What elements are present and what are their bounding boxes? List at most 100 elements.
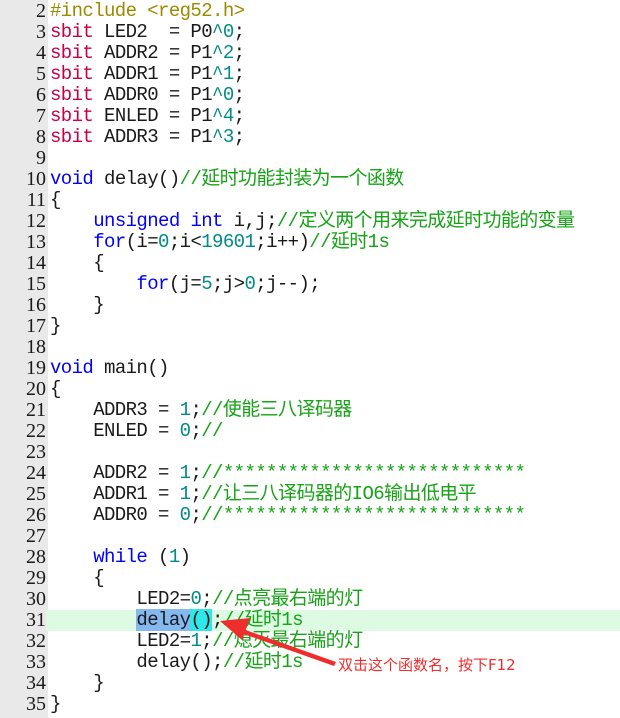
code-line[interactable]: 23 [0,442,620,463]
code-line[interactable]: 32 LED2=1;//熄灭最右端的灯 [0,631,620,652]
code-line[interactable]: 29 { [0,568,620,589]
code-text[interactable]: ADDR0 = 0;//**************************** [50,505,526,526]
code-number: 0 [158,231,169,253]
code-line[interactable]: 15 for(j=5;j>0;j--); [0,274,620,295]
code-line[interactable]: 13 for(i=0;i<19601;i++)//延时1s [0,232,620,253]
code-type: sbit [50,63,94,85]
code-type: sbit [50,126,94,148]
code-line[interactable]: 4 sbit ADDR2 = P1^2; [0,43,620,64]
code-number: ^1 [212,63,234,85]
code-text[interactable]: sbit ADDR2 = P1^2; [50,43,245,64]
code-comment: //熄灭最右端的灯 [212,630,363,652]
code-line[interactable]: 8 sbit ADDR3 = P1^3; [0,127,620,148]
code-line[interactable]: 22 ENLED = 0;// [0,421,620,442]
code-text[interactable]: sbit ADDR1 = P1^1; [50,63,245,85]
code-line[interactable]: 11{ [0,190,620,211]
code-token: i,j; [222,210,278,232]
selected-function-name[interactable]: delay [136,609,191,631]
code-token: ; [233,21,245,43]
code-text[interactable]: } [50,316,61,337]
code-text[interactable]: sbit ADDR3 = P1^3; [50,126,245,148]
code-keyword: int [190,210,223,232]
code-line[interactable]: 26 ADDR0 = 0;//*************************… [0,505,620,526]
code-number: ^3 [212,126,234,148]
code-line[interactable]: 33 delay();//延时1s [0,652,620,673]
code-comment: //延时1s [222,651,304,673]
code-text[interactable]: for(i=0;i<19601;i++)//延时1s [50,231,390,253]
code-line[interactable]: 27 [0,526,620,547]
code-text[interactable]: ADDR3 = 1;//使能三八译码器 [50,400,352,421]
code-comment: //使能三八译码器 [201,399,352,421]
code-editor[interactable]: 2 #include <reg52.h> 3 sbit LED2 = P0^0; 4 sb… [0,0,620,718]
code-line[interactable]: 31 delay();//延时1s [0,609,620,631]
code-line[interactable]: 25 ADDR1 = 1;//让三八译码器的IO6输出低电平 [0,484,620,505]
code-text[interactable]: { [50,253,104,274]
code-line[interactable]: 21 ADDR3 = 1;//使能三八译码器 [0,400,620,421]
code-number: 5 [201,273,213,295]
code-line[interactable]: 20{ [0,379,620,400]
code-line[interactable]: 9 [0,148,620,169]
code-text[interactable]: LED2=1;//熄灭最右端的灯 [50,630,363,652]
code-line[interactable]: 17} [0,316,620,337]
code-text[interactable]: void main() [50,358,169,379]
code-text[interactable]: #include <reg52.h> [50,0,245,22]
code-line[interactable]: 7 sbit ENLED = P1^4; [0,106,620,127]
code-token: ; [190,483,202,505]
code-text[interactable]: for(j=5;j>0;j--); [50,274,320,295]
code-text[interactable]: void delay()//延时功能封装为一个函数 [50,169,404,190]
code-comment: //延时1s [222,609,304,631]
code-text[interactable]: sbit LED2 = P0^0; [50,21,245,43]
code-token: ;j> [212,273,245,295]
code-line[interactable]: 28 while (1) [0,547,620,568]
code-type: sbit [50,84,94,106]
code-keyword: while [93,546,148,568]
code-line[interactable]: 19 void main() [0,358,620,379]
code-line[interactable]: 3 sbit LED2 = P0^0; [0,22,620,43]
code-text[interactable]: sbit ADDR0 = P1^0; [50,84,245,106]
code-number: ^4 [212,105,234,127]
code-line[interactable]: 24 ADDR2 = 1;//*************************… [0,463,620,484]
code-line[interactable]: 14 { [0,253,620,274]
code-text[interactable]: ADDR1 = 1;//让三八译码器的IO6输出低电平 [50,484,476,505]
code-comment: //延时1s [309,231,390,253]
code-line[interactable]: 16 } [0,295,620,316]
code-token: LED2= [50,588,191,610]
code-text[interactable]: ENLED = 0;// [50,421,223,442]
code-line[interactable]: 6 sbit ADDR0 = P1^0; [0,85,620,106]
code-text[interactable]: delay();//延时1s [50,652,303,673]
code-text[interactable]: ADDR2 = 1;//**************************** [50,463,526,484]
code-text[interactable]: { [50,190,61,211]
line-number: 16 [26,294,46,316]
line-number: 12 [26,210,46,232]
code-text[interactable]: { [50,568,104,589]
code-token: ADDR3 = P1 [93,126,213,148]
code-text[interactable]: while (1) [50,546,191,568]
code-line[interactable]: 35} [0,694,620,715]
code-text[interactable]: } [50,694,61,715]
code-comment: //定义两个用来完成延时功能的变量 [276,210,575,232]
code-text[interactable]: } [50,295,104,316]
code-text[interactable]: sbit ENLED = P1^4; [50,105,245,127]
code-line[interactable]: 5 sbit ADDR1 = P1^1; [0,64,620,85]
code-line[interactable]: 34 } [0,673,620,694]
code-text[interactable]: delay();//延时1s [50,609,304,631]
code-text[interactable]: } [50,673,104,694]
line-number: 32 [26,630,46,652]
code-token: ; [190,399,202,421]
code-token: main() [93,357,169,379]
line-number: 9 [36,147,46,169]
code-line[interactable]: 18 [0,337,620,358]
code-token: ( [147,546,169,568]
code-line[interactable]: 30 LED2=0;//点亮最右端的灯 [0,589,620,610]
code-preprocessor: #include <reg52.h> [50,0,245,22]
code-text[interactable]: unsigned int i,j;//定义两个用来完成延时功能的变量 [50,210,575,232]
code-text[interactable]: { [50,379,61,400]
code-token: { [50,189,61,211]
code-line[interactable]: 2 #include <reg52.h> [0,1,620,22]
code-text[interactable]: LED2=0;//点亮最右端的灯 [50,588,363,610]
code-token: ;j--); [255,273,321,295]
code-line[interactable]: 12 unsigned int i,j;//定义两个用来完成延时功能的变量 [0,211,620,232]
code-line[interactable]: 10 void delay()//延时功能封装为一个函数 [0,169,620,190]
